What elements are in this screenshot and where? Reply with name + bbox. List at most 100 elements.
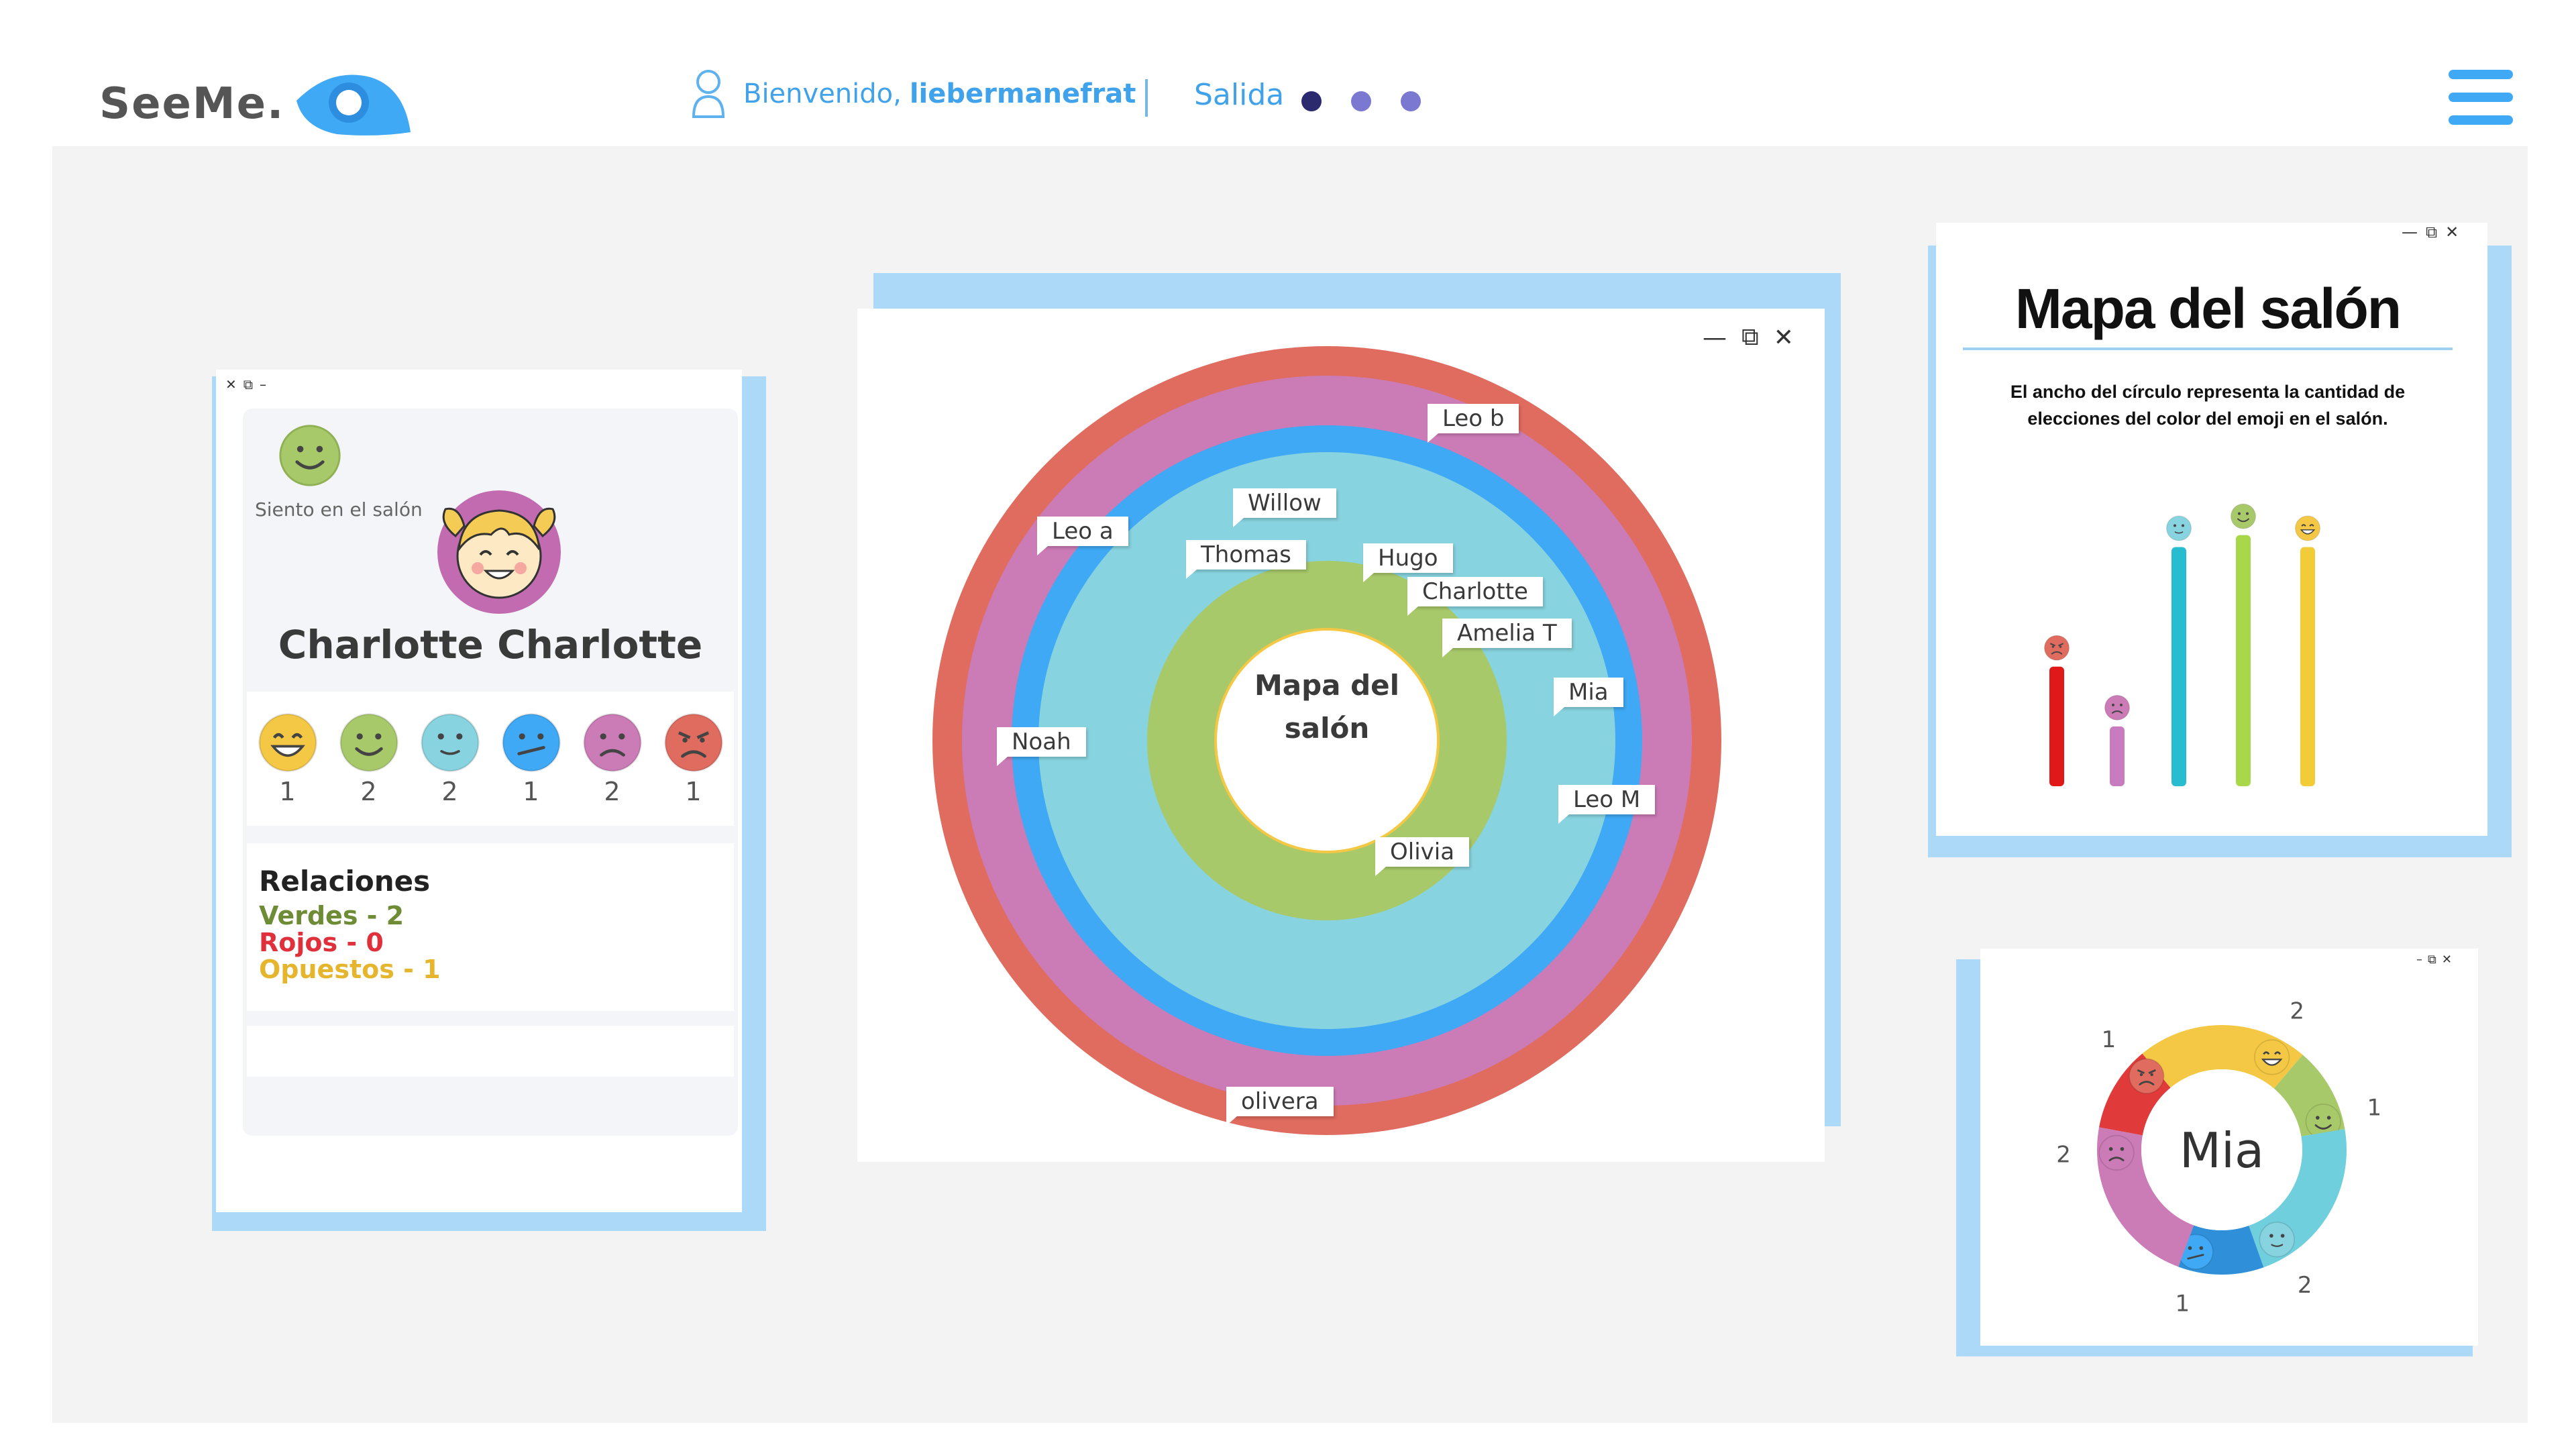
donut-panel: – ⧉ ✕ 2 1 2 1 2 1 Mia — [1980, 949, 2478, 1346]
donut-count-label: 2 — [2056, 1142, 2071, 1169]
bar-laugh-yellow — [2300, 547, 2315, 786]
student-tag[interactable]: Leo b — [1428, 404, 1519, 443]
relations-title: Relaciones — [259, 865, 431, 898]
sad-purple-icon — [582, 712, 643, 777]
emoji-count-item[interactable]: 2 — [582, 712, 643, 806]
unsure-blue-icon — [500, 712, 562, 777]
donut-count-label: 2 — [2298, 1272, 2312, 1299]
emoji-count-item[interactable]: 2 — [338, 712, 400, 806]
emoji-count-row: 1 2 2 1 2 1 — [247, 692, 734, 826]
emoji-count-item[interactable]: 2 — [419, 712, 481, 806]
bar-panel-description: El ancho del círculo representa la canti… — [2010, 382, 2406, 429]
laugh-yellow-icon — [2254, 1039, 2290, 1075]
relation-item: Rojos - 0 — [259, 928, 384, 957]
bar-sad-purple — [2110, 726, 2125, 786]
bar-angry-red — [2049, 666, 2064, 786]
calm-lightblue-icon — [419, 712, 481, 777]
student-tag[interactable]: Leo M — [1558, 785, 1656, 824]
minimize-icon[interactable]: — — [2402, 223, 2418, 241]
restore-icon[interactable]: ⧉ — [1741, 323, 1759, 352]
donut-count-label: 1 — [2175, 1291, 2190, 1318]
donut-count-label: 1 — [2102, 1026, 2116, 1053]
classroom-map-window: — ⧉ ✕ Mapa del salón Leo b Willow Leo a Tho… — [857, 309, 1825, 1162]
laugh-yellow-icon — [257, 712, 319, 777]
user-greeting: Bienvenido, liebermanefrat — [691, 67, 1136, 121]
donut-count-label: 1 — [2367, 1095, 2381, 1122]
student-tag[interactable]: Noah — [997, 727, 1086, 766]
student-tag[interactable]: Mia — [1554, 678, 1623, 716]
logo[interactable]: SeeMe. — [99, 64, 417, 144]
title-underline — [1963, 347, 2453, 350]
bar-panel-title: Mapa del salón — [2015, 277, 2402, 340]
calm-lightblue-icon — [2259, 1222, 2295, 1258]
laugh-yellow-icon — [2295, 515, 2321, 541]
profile-window-controls: ✕ ⧉ – — [225, 376, 266, 392]
page-dot[interactable] — [1351, 91, 1371, 111]
student-tag[interactable]: Hugo — [1363, 543, 1453, 582]
close-icon[interactable]: ✕ — [1774, 324, 1794, 352]
relation-item: Opuestos - 1 — [259, 955, 441, 984]
empty-row — [247, 1026, 734, 1077]
bar-smile-green — [2236, 535, 2251, 786]
donut-count-label: 2 — [2290, 998, 2304, 1024]
emoji-bar-chart — [2044, 503, 2321, 786]
student-tag[interactable]: Leo a — [1037, 517, 1128, 555]
student-tag[interactable]: Willow — [1233, 488, 1336, 527]
hamburger-menu-icon[interactable] — [2449, 70, 2513, 126]
angry-red-icon — [663, 712, 724, 777]
profile-inner: Siento en el salón Charlotte Charlotte 1… — [243, 409, 738, 1136]
minimize-icon[interactable]: – — [260, 376, 266, 392]
minimize-icon[interactable]: – — [2416, 953, 2422, 967]
page-dot[interactable] — [1401, 91, 1421, 111]
bar-panel: — ⧉ ✕ Mapa del salón El ancho del círcul… — [1936, 223, 2487, 836]
emoji-count-value: 1 — [685, 777, 702, 806]
student-tag[interactable]: Olivia — [1375, 837, 1470, 876]
close-icon[interactable]: ✕ — [225, 376, 237, 392]
mood-donut-chart: 2 1 2 1 2 1 Mia — [2056, 998, 2381, 1318]
emoji-count-item[interactable]: 1 — [663, 712, 724, 806]
smile-green-icon — [2231, 503, 2257, 529]
emoji-count-value: 2 — [604, 777, 621, 806]
donut-student-name: Mia — [2180, 1122, 2264, 1179]
angry-red-icon — [2044, 635, 2070, 661]
avatar — [437, 490, 561, 614]
student-tag[interactable]: Thomas — [1186, 540, 1306, 579]
student-name: Charlotte Charlotte — [278, 622, 703, 667]
feeling-label: Siento en el salón — [255, 498, 423, 521]
emoji-count-value: 1 — [523, 777, 539, 806]
profile-card: ✕ ⧉ – Siento en el salón Charlotte Charl… — [216, 370, 742, 1212]
logout-link[interactable]: Salida — [1194, 78, 1284, 112]
smile-green-icon — [338, 712, 400, 777]
relations-box: Relaciones Verdes - 2 Rojos - 0 Opuestos -… — [247, 843, 734, 1011]
restore-icon[interactable]: ⧉ — [2426, 223, 2437, 241]
restore-icon[interactable]: ⧉ — [2428, 953, 2436, 967]
pagination-dots — [1301, 91, 1421, 111]
relation-item: Verdes - 2 — [259, 901, 405, 930]
student-tag[interactable]: Amelia T — [1442, 619, 1572, 657]
student-tag[interactable]: Charlotte — [1407, 577, 1543, 616]
angry-red-icon — [2129, 1058, 2165, 1094]
username[interactable]: liebermanefrat — [910, 78, 1136, 109]
restore-icon[interactable]: ⧉ — [244, 376, 253, 392]
welcome-text: Bienvenido, — [743, 78, 902, 109]
close-icon[interactable]: ✕ — [2445, 223, 2459, 241]
emoji-count-item[interactable]: 1 — [500, 712, 562, 806]
emoji-count-item[interactable]: 1 — [257, 712, 319, 806]
smile-green-icon — [279, 425, 341, 486]
student-tag[interactable]: olivera — [1226, 1087, 1334, 1126]
header: SeeMe. Bienvenido, liebermanefrat Salida — [0, 0, 2576, 146]
emoji-count-value: 2 — [441, 777, 458, 806]
sad-purple-icon — [2098, 1134, 2135, 1171]
emoji-count-value: 1 — [279, 777, 296, 806]
close-icon[interactable]: ✕ — [2442, 953, 2452, 967]
page-dot-active[interactable] — [1301, 91, 1322, 111]
logo-text: SeeMe. — [99, 79, 285, 129]
emoji-count-value: 2 — [360, 777, 377, 806]
user-icon — [692, 70, 725, 118]
bar-window-controls: — ⧉ ✕ — [2402, 223, 2459, 241]
eye-logo-icon — [297, 74, 411, 136]
sad-purple-icon — [2104, 694, 2131, 720]
calm-lightblue-icon — [2166, 515, 2192, 541]
header-divider — [1145, 79, 1148, 117]
bar-calm-lightblue — [2171, 547, 2186, 786]
